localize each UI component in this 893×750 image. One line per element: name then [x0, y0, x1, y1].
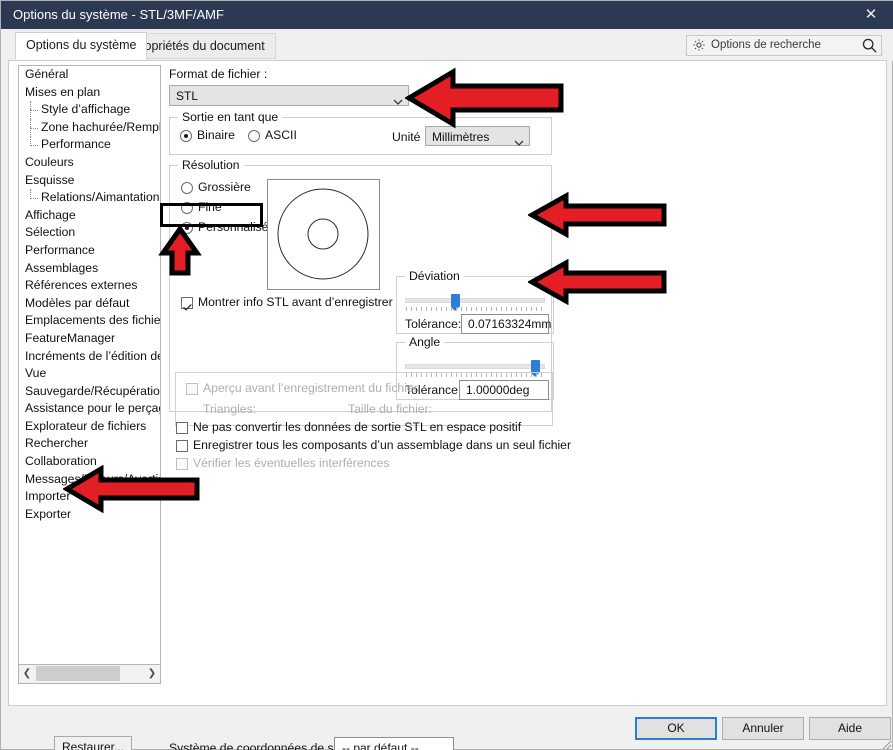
tab-document-properties-label: Propriétés du document: [132, 39, 265, 53]
sidebar-item-emplacements-fichiers[interactable]: Emplacements des fichiers: [19, 312, 160, 330]
arrow-to-file-format: [404, 67, 565, 134]
help-button-label: Aide: [837, 721, 863, 735]
sidebar-item-mises-en-plan[interactable]: Mises en plan: [19, 84, 160, 102]
resolution-preview-image: [267, 179, 380, 290]
cancel-button[interactable]: Annuler: [722, 717, 804, 740]
sidebar-item-assistance-percage[interactable]: Assistance pour le perçage/: [19, 400, 160, 418]
file-preview-group: Aperçu avant l’enregistrement du fichier…: [175, 372, 553, 426]
deviation-tolerance-value: 0.07163324mm: [468, 317, 552, 331]
sidebar-item-rechercher[interactable]: Rechercher: [19, 435, 160, 453]
sidebar-item-general[interactable]: Général: [19, 66, 160, 84]
radio-custom-label: Personnalisée: [198, 220, 276, 234]
file-format-dropdown[interactable]: STL: [169, 85, 409, 106]
title-bar: Options du système - STL/3MF/AMF ✕: [1, 1, 893, 29]
sidebar-item-references-externes[interactable]: Références externes: [19, 277, 160, 295]
arrow-to-exporter-item: [62, 464, 201, 518]
resolution-group: Résolution Grossière Fine Personnalisée: [169, 158, 554, 426]
sidebar-item-performance[interactable]: Performance: [19, 242, 160, 260]
ok-button-label: OK: [667, 721, 685, 735]
radio-fine-label: Fine: [198, 200, 222, 214]
options-tree[interactable]: Général Mises en plan Style d’affichage …: [18, 65, 161, 665]
checkbox-save-all-label: Enregistrer tous les composants d’un ass…: [193, 438, 572, 452]
ok-button[interactable]: OK: [635, 717, 717, 740]
sidebar-item-couleurs[interactable]: Couleurs: [19, 154, 160, 172]
angle-slider-track[interactable]: [405, 364, 545, 369]
sidebar-item-esquisse[interactable]: Esquisse: [19, 172, 160, 190]
output-type-group-title: Sortie en tant que: [178, 110, 283, 124]
deviation-tolerance-input[interactable]: 0.07163324mm: [461, 314, 552, 334]
radio-ascii-label: ASCII: [265, 128, 297, 142]
close-icon[interactable]: ✕: [848, 1, 893, 29]
tab-system-options-label: Options du système: [26, 38, 137, 52]
resolution-group-title: Résolution: [178, 158, 244, 172]
checkbox-check-interference-label: Vérifier les éventuelles interférences: [193, 456, 390, 470]
sidebar-item-increments-edition[interactable]: Incréments de l’édition de c: [19, 348, 160, 366]
sidebar-item-zone-hachuree[interactable]: Zone hachurée/Remplir: [19, 118, 160, 137]
file-format-label: Format de fichier :: [169, 67, 268, 81]
checkbox-preview-before-save-label: Aperçu avant l’enregistrement du fichier: [203, 381, 418, 395]
radio-binary-dot: [184, 134, 188, 138]
sidebar-item-modeles-par-defaut[interactable]: Modèles par défaut: [19, 295, 160, 313]
chevron-down-icon: [393, 93, 403, 105]
chevron-down-icon: [514, 134, 524, 146]
chevron-left-icon[interactable]: ❮: [19, 665, 35, 682]
chevron-right-icon[interactable]: ❯: [144, 665, 160, 682]
system-options-dialog: Options du système - STL/3MF/AMF ✕ Optio…: [0, 0, 893, 750]
sidebar-item-explorateur-fichiers[interactable]: Explorateur de fichiers: [19, 418, 160, 436]
arrow-to-deviation-tolerance: [526, 191, 668, 243]
checkbox-no-convert-box: [176, 422, 188, 434]
cancel-button-label: Annuler: [742, 721, 784, 735]
checkmark-icon: [183, 298, 192, 311]
sidebar-item-affichage[interactable]: Affichage: [19, 207, 160, 225]
scrollbar-thumb[interactable]: [36, 666, 120, 681]
triangles-label: Triangles:: [203, 402, 257, 416]
radio-fine-ring: [181, 202, 193, 214]
file-size-label: Taille du fichier:: [348, 402, 432, 416]
sidebar-item-relations-aimantation[interactable]: Relations/Aimantation: [19, 189, 160, 207]
deviation-slider[interactable]: [405, 293, 545, 313]
options-panel: Général Mises en plan Style d’affichage …: [8, 60, 887, 750]
deviation-group-title: Déviation: [405, 269, 464, 283]
radio-binary-label: Binaire: [197, 128, 235, 142]
checkbox-save-all-box: [176, 440, 188, 452]
deviation-slider-track[interactable]: [405, 298, 545, 303]
gear-icon: [692, 38, 706, 52]
search-options-input[interactable]: Options de recherche: [686, 35, 882, 56]
window-title: Options du système - STL/3MF/AMF: [13, 7, 224, 22]
sidebar-item-assemblages[interactable]: Assemblages: [19, 260, 160, 278]
sidebar-item-performance-plan[interactable]: Performance: [19, 136, 160, 154]
dialog-button-row: OK Annuler Aide: [1, 715, 893, 750]
help-button[interactable]: Aide: [809, 717, 891, 740]
arrow-to-angle-tolerance: [526, 258, 668, 310]
resize-grip-icon[interactable]: [880, 737, 892, 750]
arrow-to-custom-radio: [158, 224, 202, 282]
checkbox-no-convert-label: Ne pas convertir les données de sortie S…: [193, 420, 522, 434]
deviation-slider-ticks: [406, 307, 544, 311]
search-icon[interactable]: [861, 37, 878, 54]
sidebar-item-featuremanager[interactable]: FeatureManager: [19, 330, 160, 348]
radio-ascii-ring: [248, 130, 260, 142]
sidebar-item-style-affichage[interactable]: Style d’affichage: [19, 101, 160, 119]
angle-group-title: Angle: [405, 335, 445, 349]
sidebar-item-selection[interactable]: Sélection: [19, 224, 160, 242]
checkbox-show-stl-info-label: Montrer info STL avant d’enregistrer: [198, 295, 393, 309]
search-placeholder: Options de recherche: [711, 39, 821, 51]
deviation-slider-thumb[interactable]: [451, 294, 460, 311]
sidebar-item-sauvegarde-recuperation[interactable]: Sauvegarde/Récupération: [19, 383, 160, 401]
sidebar-item-vue[interactable]: Vue: [19, 365, 160, 383]
deviation-tolerance-label: Tolérance:: [405, 317, 462, 331]
radio-coarse-ring: [181, 182, 193, 194]
radio-coarse-label: Grossière: [198, 180, 251, 194]
file-format-value: STL: [176, 89, 199, 103]
tab-system-options[interactable]: Options du système: [15, 32, 148, 60]
checkbox-preview-before-save-box: [186, 383, 198, 395]
tree-horizontal-scrollbar[interactable]: ❮ ❯: [18, 665, 161, 684]
